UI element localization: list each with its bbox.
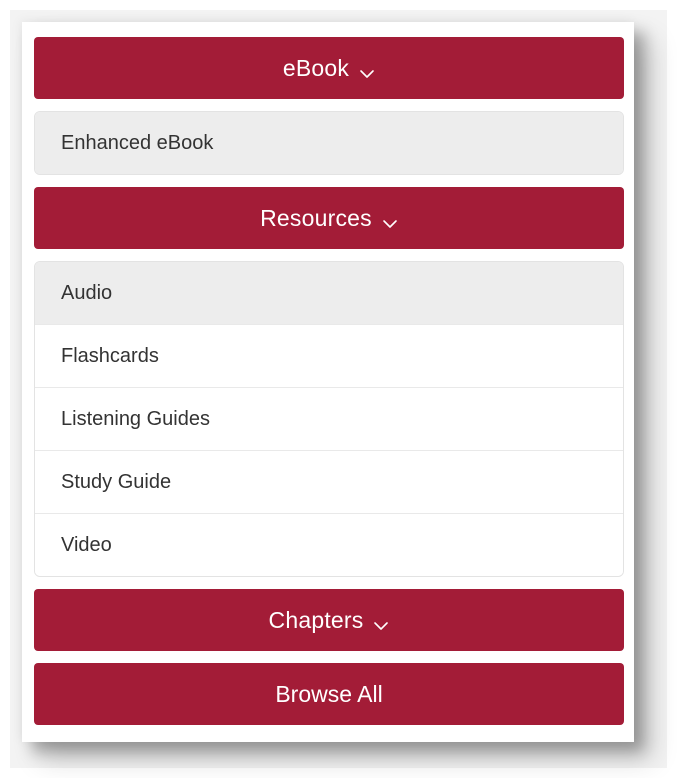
ebook-section-label: eBook — [282, 54, 350, 81]
list-item-label: Flashcards — [61, 344, 159, 367]
ebook-list: Enhanced eBook — [34, 111, 624, 175]
list-item-flashcards[interactable]: Flashcards — [35, 324, 623, 387]
list-item-label: Listening Guides — [61, 407, 210, 430]
chapters-section-header[interactable]: Chapters — [34, 589, 624, 651]
list-item-label: Enhanced eBook — [61, 131, 214, 154]
accordion-menu: eBook Enhanced eBook Resources Audio Fla… — [34, 37, 624, 725]
navigation-panel: eBook Enhanced eBook Resources Audio Fla… — [22, 22, 634, 742]
ebook-section-header[interactable]: eBook — [34, 37, 624, 99]
resources-section-header[interactable]: Resources — [34, 187, 624, 249]
chevron-down-icon — [359, 61, 375, 78]
browse-all-label: Browse All — [275, 680, 383, 707]
list-item-video[interactable]: Video — [35, 513, 623, 576]
list-item-study-guide[interactable]: Study Guide — [35, 450, 623, 513]
chevron-down-icon — [382, 211, 398, 228]
list-item-listening-guides[interactable]: Listening Guides — [35, 387, 623, 450]
resources-list: Audio Flashcards Listening Guides Study … — [34, 261, 624, 577]
resources-section-label: Resources — [260, 204, 372, 231]
list-item-label: Audio — [61, 281, 113, 304]
list-item-audio[interactable]: Audio — [35, 262, 623, 324]
list-item-label: Study Guide — [61, 470, 172, 493]
chevron-down-icon — [373, 613, 389, 630]
chapters-section-label: Chapters — [268, 606, 364, 633]
browse-all-button[interactable]: Browse All — [34, 663, 624, 725]
list-item-enhanced-ebook[interactable]: Enhanced eBook — [35, 112, 623, 174]
list-item-label: Video — [61, 533, 112, 556]
